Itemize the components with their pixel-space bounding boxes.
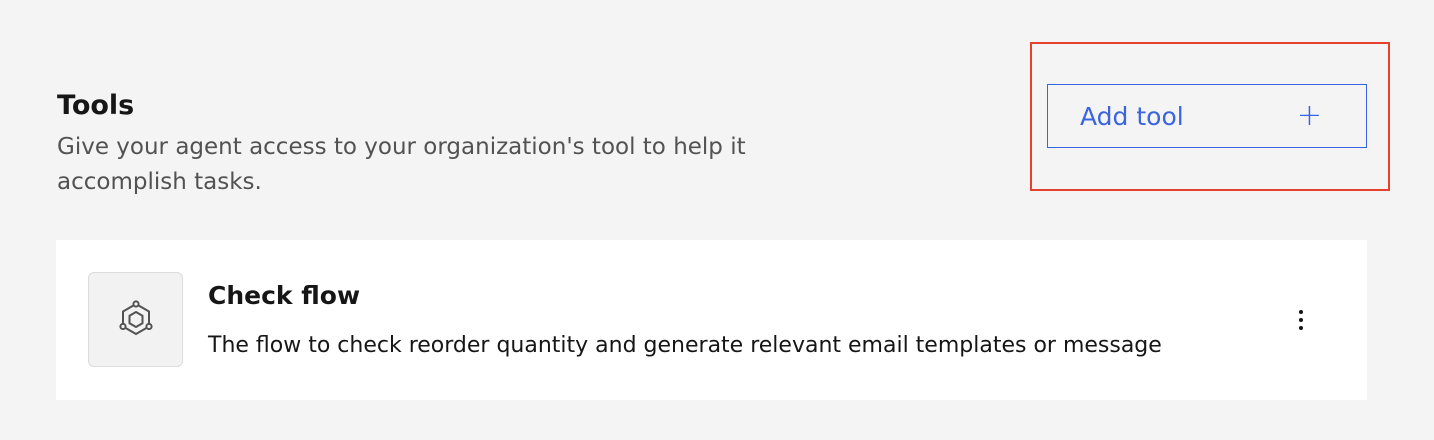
section-title: Tools xyxy=(57,90,135,121)
add-tool-button[interactable]: Add tool + xyxy=(1047,84,1367,148)
plus-icon: + xyxy=(1296,98,1322,133)
menu-dot xyxy=(1299,310,1303,314)
tool-name: Check flow xyxy=(208,281,361,310)
menu-dot xyxy=(1299,326,1303,330)
tool-icon-tile xyxy=(88,272,183,367)
section-description: Give your agent access to your organizat… xyxy=(57,134,746,195)
tool-description: The flow to check reorder quantity and g… xyxy=(208,333,1162,358)
tool-card[interactable]: Check flow The flow to check reorder qua… xyxy=(56,240,1367,400)
tools-section-header: Tools Give your agent access to your org… xyxy=(57,88,877,200)
flow-icon xyxy=(118,299,153,335)
overflow-menu-vertical-icon[interactable] xyxy=(1289,302,1313,338)
add-tool-button-label: Add tool xyxy=(1080,101,1184,131)
menu-dot xyxy=(1299,318,1303,322)
